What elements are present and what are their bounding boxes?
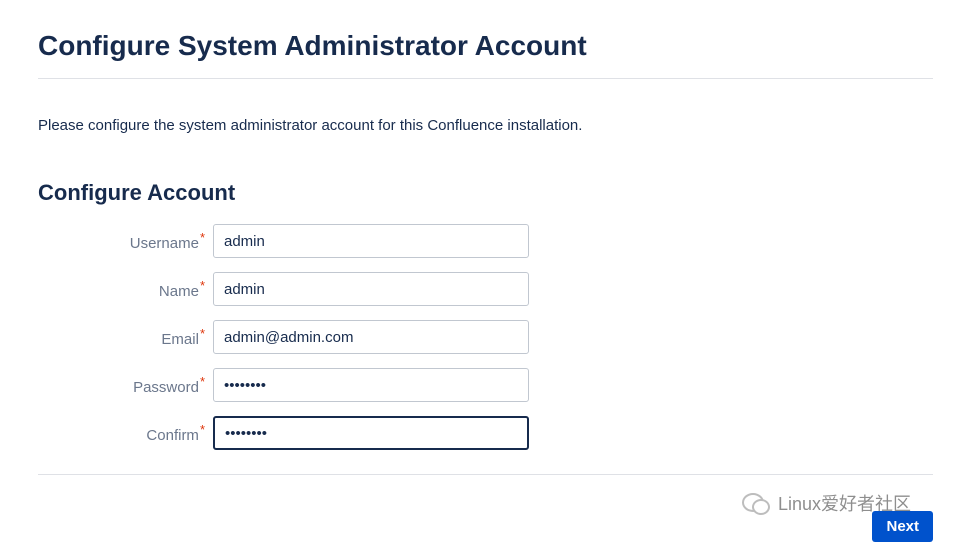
email-label-text: Email: [161, 331, 199, 348]
username-row: Username*: [38, 224, 933, 258]
required-marker: *: [200, 326, 205, 341]
password-input[interactable]: [213, 368, 529, 402]
page-title: Configure System Administrator Account: [38, 30, 933, 62]
name-label-text: Name: [159, 283, 199, 300]
confirm-label-text: Confirm: [146, 427, 199, 444]
username-label-text: Username: [130, 235, 199, 252]
name-label: Name*: [38, 278, 213, 300]
password-row: Password*: [38, 368, 933, 402]
email-input[interactable]: [213, 320, 529, 354]
section-title: Configure Account: [38, 180, 933, 206]
required-marker: *: [200, 230, 205, 245]
username-input[interactable]: [213, 224, 529, 258]
password-label: Password*: [38, 374, 213, 396]
confirm-label: Confirm*: [38, 422, 213, 444]
username-label: Username*: [38, 230, 213, 252]
next-button[interactable]: Next: [872, 511, 933, 542]
required-marker: *: [200, 374, 205, 389]
bottom-divider: [38, 474, 933, 475]
name-row: Name*: [38, 272, 933, 306]
name-input[interactable]: [213, 272, 529, 306]
intro-text: Please configure the system administrato…: [38, 117, 933, 134]
confirm-row: Confirm*: [38, 416, 933, 450]
password-label-text: Password: [133, 379, 199, 396]
required-marker: *: [200, 422, 205, 437]
wechat-icon: [742, 491, 770, 515]
email-row: Email*: [38, 320, 933, 354]
required-marker: *: [200, 278, 205, 293]
title-divider: [38, 78, 933, 79]
email-label: Email*: [38, 326, 213, 348]
confirm-input[interactable]: [213, 416, 529, 450]
